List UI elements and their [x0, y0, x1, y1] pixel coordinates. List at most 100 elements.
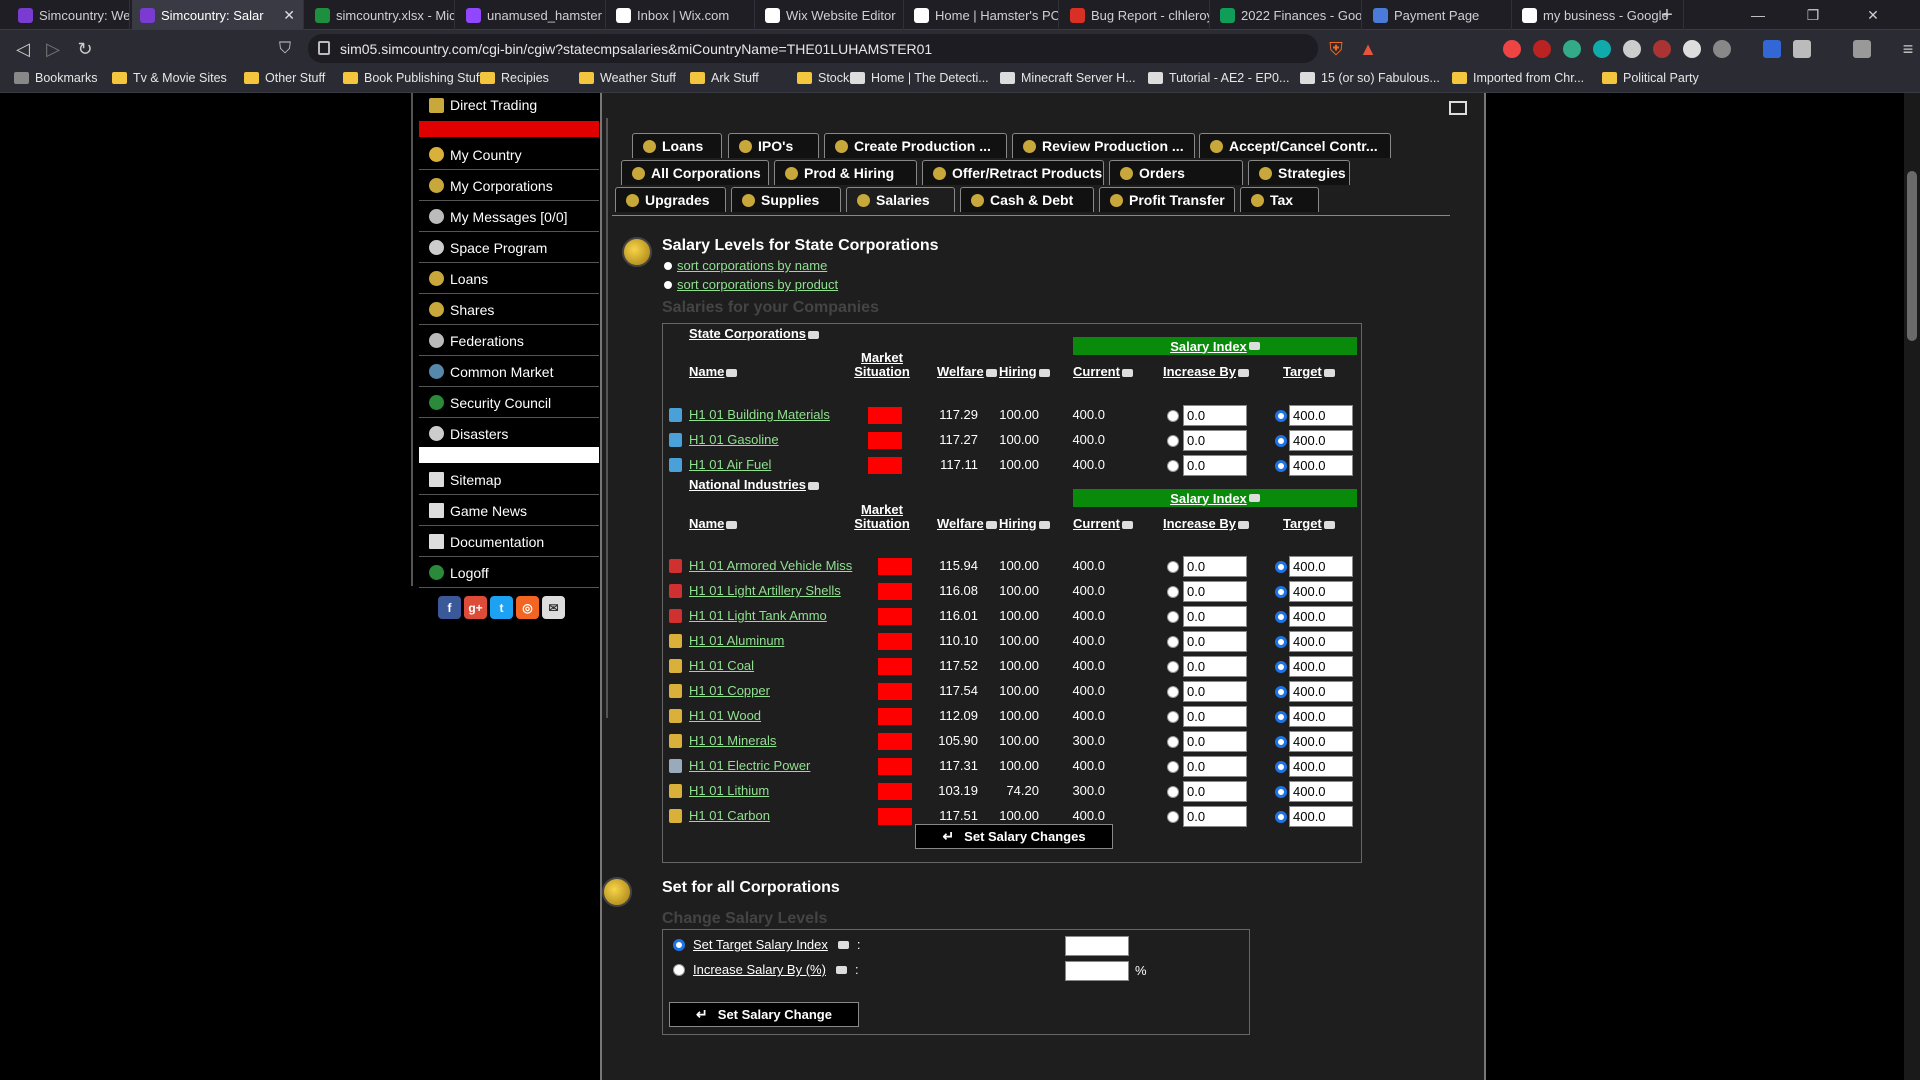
browser-tab[interactable]: Inbox | Wix.com	[608, 0, 755, 30]
radio-increase[interactable]	[673, 963, 685, 976]
increase-percent-input[interactable]	[1065, 961, 1129, 981]
increase-radio[interactable]	[1167, 786, 1179, 798]
target-input[interactable]: 400.0	[1289, 681, 1353, 702]
tab-salaries[interactable]: Salaries	[846, 187, 955, 212]
bookmark-item[interactable]: 15 (or so) Fabulous...	[1300, 71, 1440, 85]
scrollbar-thumb[interactable]	[1907, 171, 1917, 341]
info-icon[interactable]	[1238, 368, 1249, 377]
bookmark-item[interactable]: Other Stuff	[244, 71, 325, 85]
increase-radio[interactable]	[1167, 736, 1179, 748]
sidebar-item-logoff[interactable]: Logoff	[419, 558, 599, 588]
info-icon[interactable]	[835, 965, 847, 974]
corporation-link[interactable]: H1 01 Building Materials	[689, 407, 830, 422]
info-icon[interactable]	[985, 520, 997, 529]
bookmark-icon[interactable]: ⛉	[272, 36, 298, 62]
info-icon[interactable]	[808, 330, 820, 339]
email-icon[interactable]: ✉	[542, 596, 565, 619]
target-input[interactable]: 400.0	[1289, 756, 1353, 777]
increase-input[interactable]: 0.0	[1183, 681, 1247, 702]
tab-create-production[interactable]: Create Production ...	[824, 133, 1007, 158]
browser-tab[interactable]: Simcountry: Salar ✕	[132, 0, 304, 30]
tab-tax[interactable]: Tax	[1240, 187, 1319, 212]
tab-loans[interactable]: Loans	[632, 133, 722, 158]
bookmark-item[interactable]: Minecraft Server H...	[1000, 71, 1136, 85]
increase-radio[interactable]	[1167, 811, 1179, 823]
increase-input[interactable]: 0.0	[1183, 581, 1247, 602]
bookmark-item[interactable]: Stocks	[797, 71, 856, 85]
increase-input[interactable]: 0.0	[1183, 731, 1247, 752]
increase-input[interactable]: 0.0	[1183, 781, 1247, 802]
wallet-icon[interactable]	[1853, 40, 1871, 58]
increase-radio[interactable]	[1167, 435, 1179, 447]
browser-tab[interactable]: Home | Hamster's PC	[906, 0, 1059, 30]
tab-offer-retract-products[interactable]: Offer/Retract Products	[922, 160, 1104, 185]
back-icon[interactable]: ◁	[10, 36, 36, 62]
sidebar-item-loans[interactable]: Loans	[419, 264, 599, 294]
target-input[interactable]: 400.0	[1289, 806, 1353, 827]
corporation-link[interactable]: H1 01 Air Fuel	[689, 457, 771, 472]
window-toggle-icon[interactable]	[1449, 101, 1467, 115]
increase-input[interactable]: 0.0	[1183, 455, 1247, 476]
col-increase-header[interactable]: Increase By	[1163, 365, 1249, 379]
col-welfare-header[interactable]: Welfare	[937, 365, 997, 379]
sort-by-name-link[interactable]: sort corporations by name	[677, 258, 827, 273]
sidebar-item-game news[interactable]: Game News	[419, 496, 599, 526]
opt-increase[interactable]: Increase Salary By (%):	[673, 962, 859, 977]
info-icon[interactable]	[1121, 520, 1133, 529]
extension-icon[interactable]	[1593, 40, 1611, 58]
increase-radio[interactable]	[1167, 636, 1179, 648]
tab-strategies[interactable]: Strategies	[1248, 160, 1350, 185]
target-radio[interactable]	[1275, 711, 1287, 723]
sidebar-item-my-messages[interactable]: My Messages [0/0]	[419, 202, 599, 232]
col-name-header[interactable]: Name	[689, 365, 738, 379]
info-icon[interactable]	[726, 368, 738, 377]
col-welfare-header[interactable]: Welfare	[937, 517, 997, 531]
target-radio[interactable]	[1275, 761, 1287, 773]
tab-supplies[interactable]: Supplies	[731, 187, 841, 212]
bookmark-item[interactable]: Bookmarks	[14, 71, 98, 85]
tab-review-production[interactable]: Review Production ...	[1012, 133, 1195, 158]
sidebar-item-federations[interactable]: Federations	[419, 326, 599, 356]
col-target-header[interactable]: Target	[1283, 517, 1335, 531]
browser-tab[interactable]: 2022 Finances - Goo	[1212, 0, 1362, 30]
restore-icon[interactable]: ❐	[1790, 0, 1836, 30]
brave-shield-icon[interactable]: ⛨	[1323, 36, 1349, 62]
sidebar-item-documentation[interactable]: Documentation	[419, 527, 599, 557]
increase-input[interactable]: 0.0	[1183, 430, 1247, 451]
sidebar-item-direct-trading[interactable]: Direct Trading	[419, 93, 599, 120]
bookmark-item[interactable]: Ark Stuff	[690, 71, 759, 85]
extension-icon[interactable]	[1563, 40, 1581, 58]
corporation-link[interactable]: H1 01 Gasoline	[689, 432, 779, 447]
opt-set-target[interactable]: Set Target Salary Index:	[673, 937, 861, 952]
target-input[interactable]: 400.0	[1289, 581, 1353, 602]
tab-all-corporations[interactable]: All Corporations	[621, 160, 769, 185]
increase-radio[interactable]	[1167, 460, 1179, 472]
browser-tab[interactable]: Simcountry: Welcome	[10, 0, 130, 30]
tab-accept-cancel-contr[interactable]: Accept/Cancel Contr...	[1199, 133, 1391, 158]
increase-radio[interactable]	[1167, 586, 1179, 598]
sidebar-item-my-corporations[interactable]: My Corporations	[419, 171, 599, 201]
info-icon[interactable]	[808, 481, 820, 490]
target-radio[interactable]	[1275, 736, 1287, 748]
info-icon[interactable]	[726, 520, 738, 529]
extension-icon[interactable]	[1503, 40, 1521, 58]
info-icon[interactable]	[1238, 520, 1249, 529]
increase-radio[interactable]	[1167, 761, 1179, 773]
browser-tab[interactable]: Payment Page	[1365, 0, 1512, 30]
brave-rewards-icon[interactable]: ▲	[1355, 36, 1381, 62]
browser-tab[interactable]: unamused_hamster -	[458, 0, 606, 30]
info-icon[interactable]	[1323, 520, 1335, 529]
puzzle-icon[interactable]	[1793, 40, 1811, 58]
info-icon[interactable]	[1248, 342, 1260, 350]
set-salary-change-button[interactable]: ↵ Set Salary Change	[669, 1002, 859, 1027]
increase-input[interactable]: 0.0	[1183, 405, 1247, 426]
tab-close-icon[interactable]: ✕	[283, 7, 295, 24]
info-icon[interactable]	[1248, 494, 1260, 502]
sidebar-item-sitemap[interactable]: Sitemap	[419, 465, 599, 495]
col-name-header[interactable]: Name	[689, 517, 738, 531]
corporation-link[interactable]: H1 01 Light Tank Ammo	[689, 608, 827, 623]
target-radio[interactable]	[1275, 611, 1287, 623]
info-icon[interactable]	[1121, 368, 1133, 377]
col-target-header[interactable]: Target	[1283, 365, 1335, 379]
tab-ipo-s[interactable]: IPO's	[728, 133, 819, 158]
